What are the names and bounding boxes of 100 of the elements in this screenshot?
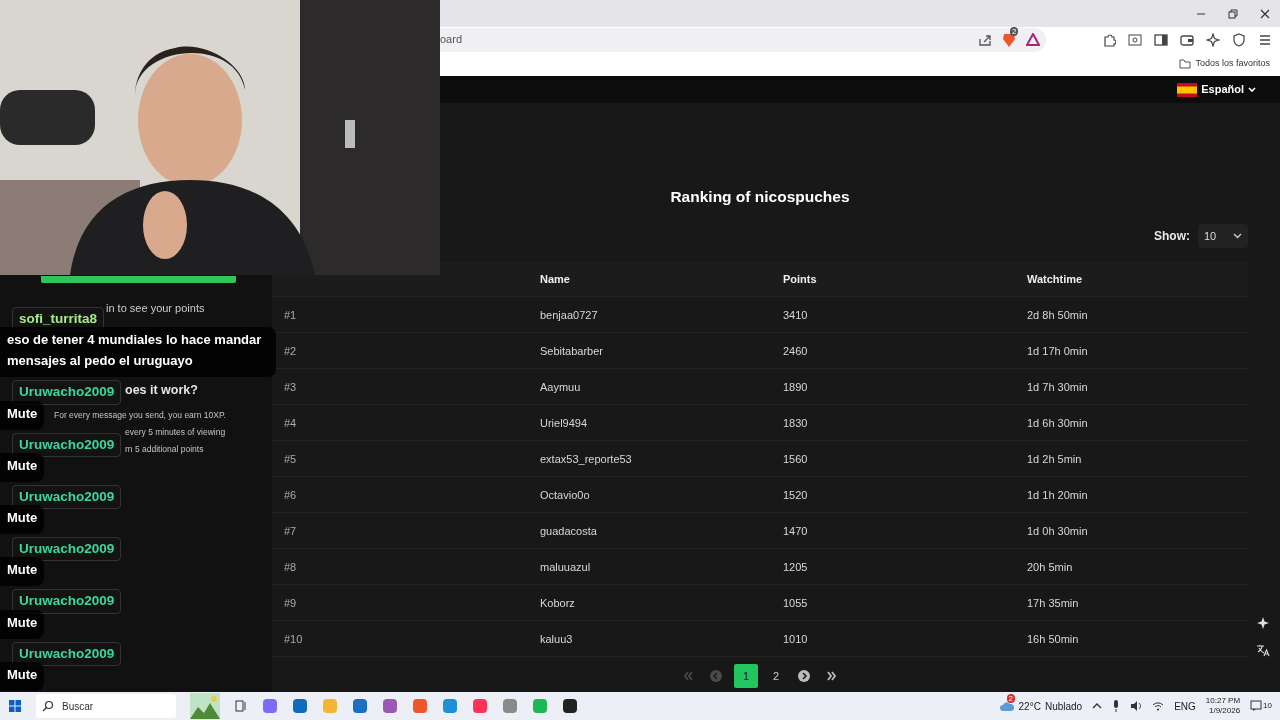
watchtime-cell-text: 1d 7h 30min xyxy=(1026,379,1089,395)
search-field[interactable]: Buscar xyxy=(36,694,176,718)
section-heading: oes it work? xyxy=(125,381,199,399)
rank-cell-text: #1 xyxy=(283,307,298,323)
points-cell-text: 1830 xyxy=(782,415,809,431)
page-button[interactable]: 1 xyxy=(734,664,758,689)
translate-icon[interactable] xyxy=(1256,643,1270,657)
info-text: in to see your points xyxy=(106,301,206,316)
chat-message: eso de tener 4 mundiales lo hace mandar mensajes al pedo el uruguayo xyxy=(0,327,276,378)
rank-cell-text: #6 xyxy=(283,487,298,503)
page-size-select[interactable]: 10 xyxy=(1198,224,1248,249)
share-icon[interactable] xyxy=(978,32,992,47)
chat-username: Uruwacho2009 xyxy=(12,589,122,614)
notifications-button[interactable]: 10 xyxy=(1250,700,1272,712)
column-header: Points xyxy=(782,272,818,287)
sparkle-icon[interactable] xyxy=(1206,32,1220,47)
tab-search-icon[interactable] xyxy=(1128,32,1142,47)
column-header: Name xyxy=(539,272,571,287)
name-cell-text: benjaa0727 xyxy=(539,307,599,323)
puzzle-icon[interactable] xyxy=(1102,32,1116,47)
chat-username: Uruwacho2009 xyxy=(12,380,122,405)
watchtime-cell-text: 1d 17h 0min xyxy=(1026,343,1089,359)
name-cell-text: Uriel9494 xyxy=(539,415,589,431)
chat-message: Mute xyxy=(0,661,45,691)
sidebar-icon[interactable] xyxy=(1154,32,1168,47)
rank-cell-text: #2 xyxy=(283,343,298,359)
chat-message: Mute xyxy=(0,400,45,430)
lion-shield-icon[interactable] xyxy=(1002,31,1016,48)
microphone-icon[interactable] xyxy=(1112,700,1121,712)
close-icon[interactable] xyxy=(1260,8,1270,19)
shield-icon[interactable] xyxy=(1232,32,1246,47)
rank-cell-text: #4 xyxy=(283,415,298,431)
bookmarks-folder[interactable]: Todos los favoritos xyxy=(1179,57,1270,71)
cloud-icon xyxy=(998,700,1015,712)
triangle-icon[interactable] xyxy=(1026,33,1040,46)
chevron-left-icon xyxy=(708,668,724,685)
name-cell-text: extax53_reporte53 xyxy=(539,451,633,467)
name-cell-text: guadacosta xyxy=(539,523,598,539)
name-cell-text: Aaymuu xyxy=(539,379,582,395)
watchtime-cell-text: 1d 1h 20min xyxy=(1026,487,1089,503)
menu-icon[interactable] xyxy=(1258,32,1272,47)
weather-text: Nublado xyxy=(1044,699,1083,714)
app-icon[interactable] xyxy=(562,698,578,714)
page-title: Ranking of nicospuches xyxy=(669,187,851,207)
wallet-icon[interactable] xyxy=(1180,32,1194,47)
points-cell-text: 1890 xyxy=(782,379,809,395)
message-icon xyxy=(1250,700,1263,712)
windows-logo-icon[interactable] xyxy=(8,699,22,713)
speaker-icon[interactable] xyxy=(1130,700,1143,712)
points-cell-text: 2460 xyxy=(782,343,809,359)
chat-username: Uruwacho2009 xyxy=(12,641,122,666)
points-cell-text: 1560 xyxy=(782,451,809,467)
watchtime-cell-text: 16h 50min xyxy=(1026,631,1080,647)
chat-message: Mute xyxy=(0,452,45,482)
page-button[interactable]: 2 xyxy=(766,664,786,689)
task-view-icon[interactable] xyxy=(234,699,248,713)
column-header: Watchtime xyxy=(1026,272,1084,287)
watchtime-cell-text: 20h 5min xyxy=(1026,559,1074,575)
points-cell-text: 1520 xyxy=(782,487,809,503)
name-cell-text: Sebitabarber xyxy=(539,343,604,359)
rank-cell-text: #5 xyxy=(283,451,298,467)
name-cell-text: maluuazul xyxy=(539,559,592,575)
search-icon xyxy=(42,700,54,712)
watchtime-cell-text: 1d 2h 5min xyxy=(1026,451,1083,467)
chat-username: Uruwacho2009 xyxy=(12,537,122,562)
watchtime-cell-text: 17h 35min xyxy=(1026,595,1080,611)
rank-cell-text: #9 xyxy=(283,595,298,611)
chat-message: Mute xyxy=(0,609,45,639)
points-cell-text: 3410 xyxy=(782,307,809,323)
chevron-right-icon xyxy=(796,668,812,685)
sparkle-icon[interactable] xyxy=(1256,616,1270,630)
info-text: rn 5 additional points xyxy=(125,442,205,456)
watchtime-cell-text: 1d 6h 30min xyxy=(1026,415,1089,431)
points-cell-text: 1470 xyxy=(782,523,809,539)
clock[interactable]: 10:27 PM 1/9/2026 xyxy=(1205,696,1241,716)
url-text: oard xyxy=(440,32,464,48)
chat-username: Uruwacho2009 xyxy=(12,432,122,457)
input-language[interactable]: ENG xyxy=(1174,698,1196,714)
name-cell-text: Octavio0o xyxy=(539,487,591,503)
chat-message: Mute xyxy=(0,505,45,534)
chevron-icon xyxy=(1233,233,1242,240)
wifi-icon[interactable] xyxy=(1152,701,1165,711)
restore-icon[interactable] xyxy=(1228,8,1238,19)
rank-cell-text: #10 xyxy=(283,631,304,647)
watchtime-cell-text: 1d 0h 30min xyxy=(1026,523,1089,539)
watchtime-cell-text: 2d 8h 50min xyxy=(1026,307,1089,323)
chat-message: Mute xyxy=(0,557,45,587)
points-cell-text: 1055 xyxy=(782,595,809,611)
count-badge: 2 xyxy=(1010,26,1019,36)
chevron-up-icon[interactable] xyxy=(1092,702,1103,710)
info-text: every 5 minutes of viewing xyxy=(125,426,227,439)
name-cell-text: kaluu3 xyxy=(539,631,574,647)
rank-cell-text: #7 xyxy=(283,523,298,539)
rank-cell-text: #3 xyxy=(283,379,298,395)
points-cell-text: 1010 xyxy=(782,631,809,647)
language-dropdown[interactable]: Español xyxy=(1177,81,1256,98)
temperature-text: 22°C xyxy=(1018,699,1041,714)
caret-icon xyxy=(1248,86,1256,93)
show-label: Show: xyxy=(1154,228,1190,246)
folder-icon xyxy=(1179,59,1192,69)
